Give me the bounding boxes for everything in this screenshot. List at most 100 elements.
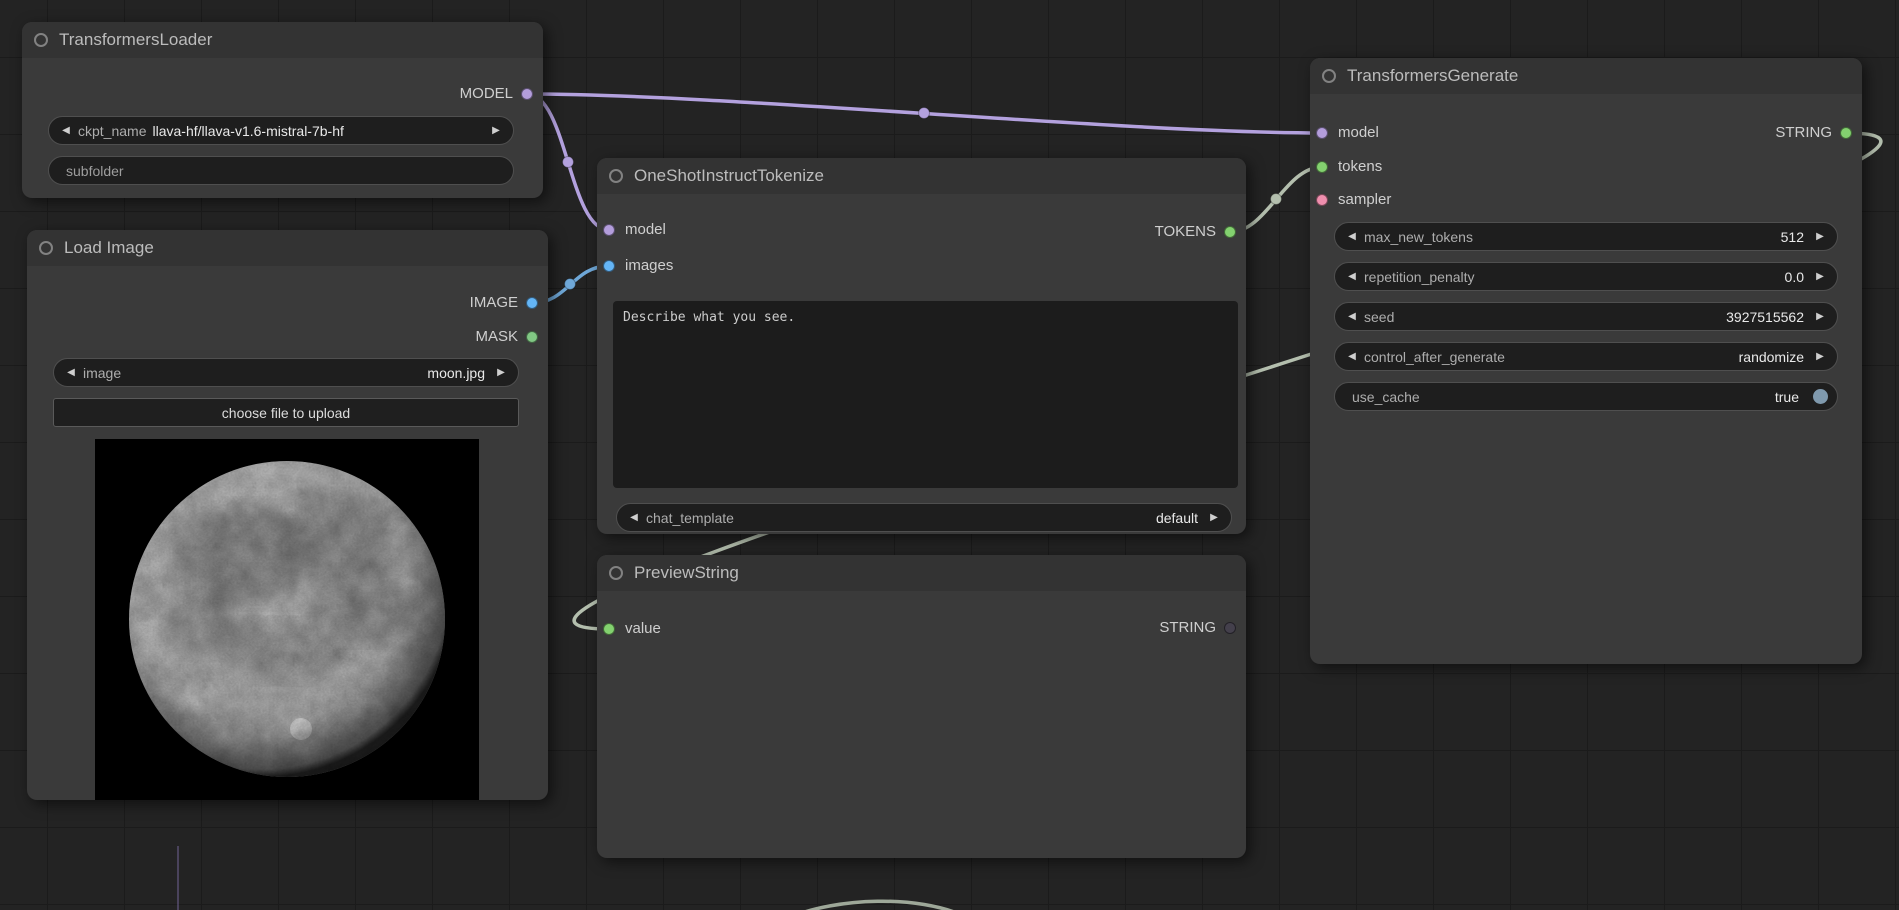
- combo-left-arrow-icon[interactable]: ◀: [1344, 231, 1360, 242]
- combo-right-arrow-icon[interactable]: ▶: [493, 367, 509, 378]
- slot-label: model: [625, 221, 666, 238]
- input-slot-model[interactable]: model: [597, 218, 666, 242]
- widget-value[interactable]: llava-hf/llava-v1.6-mistral-7b-hf: [152, 123, 488, 139]
- widget-subfolder[interactable]: subfolder: [48, 156, 514, 185]
- output-slot-string[interactable]: STRING: [1159, 616, 1246, 640]
- widget-value[interactable]: randomize: [1509, 349, 1804, 365]
- node-load-image[interactable]: Load Image IMAGE MASK ◀ image moon.jpg ▶…: [27, 230, 548, 800]
- toggle-on-icon[interactable]: [1813, 389, 1828, 404]
- widget-label: use_cache: [1352, 389, 1420, 405]
- string-port-icon[interactable]: [1840, 127, 1852, 139]
- slot-label: model: [1338, 124, 1379, 141]
- input-slot-tokens[interactable]: tokens: [1310, 155, 1382, 179]
- tokens-port-icon[interactable]: [1224, 226, 1236, 238]
- output-slot-image[interactable]: IMAGE: [470, 291, 548, 315]
- input-slot-sampler[interactable]: sampler: [1310, 188, 1391, 212]
- output-slot-string[interactable]: STRING: [1775, 121, 1862, 145]
- widget-use-cache[interactable]: use_cache true: [1334, 382, 1838, 411]
- slot-label: tokens: [1338, 158, 1382, 175]
- widget-chat-template[interactable]: ◀ chat_template default ▶: [616, 503, 1232, 532]
- widget-ckpt-name[interactable]: ◀ ckpt_name llava-hf/llava-v1.6-mistral-…: [48, 116, 514, 145]
- model-port-icon[interactable]: [521, 88, 533, 100]
- widget-repetition-penalty[interactable]: ◀ repetition_penalty 0.0 ▶: [1334, 262, 1838, 291]
- combo-left-arrow-icon[interactable]: ◀: [1344, 351, 1360, 362]
- output-slot-model[interactable]: MODEL: [460, 82, 543, 106]
- mask-port-icon[interactable]: [526, 331, 538, 343]
- combo-left-arrow-icon[interactable]: ◀: [1344, 271, 1360, 282]
- node-title-bar[interactable]: OneShotInstructTokenize: [597, 158, 1246, 194]
- input-slot-images[interactable]: images: [597, 254, 673, 278]
- widget-value[interactable]: 512: [1477, 229, 1804, 245]
- input-slot-model[interactable]: model: [1310, 121, 1379, 145]
- widget-value: true: [1424, 389, 1799, 405]
- slot-label: sampler: [1338, 191, 1391, 208]
- widget-value[interactable]: moon.jpg: [125, 365, 485, 381]
- node-title-bar[interactable]: Load Image: [27, 230, 548, 266]
- output-slot-tokens[interactable]: TOKENS: [1155, 220, 1246, 244]
- slot-label: MODEL: [460, 85, 513, 102]
- combo-right-arrow-icon[interactable]: ▶: [1812, 271, 1828, 282]
- slot-label: value: [625, 620, 661, 637]
- collapse-dot-icon[interactable]: [39, 241, 53, 255]
- slot-label: MASK: [475, 328, 518, 345]
- output-slot-mask[interactable]: MASK: [475, 325, 548, 349]
- node-oneshot-instruct-tokenize[interactable]: OneShotInstructTokenize model images TOK…: [597, 158, 1246, 534]
- node-transformers-loader[interactable]: TransformersLoader MODEL ◀ ckpt_name lla…: [22, 22, 543, 198]
- node-graph-canvas[interactable]: { "colors": { "model_port": "#b39ddb", "…: [0, 0, 1899, 910]
- widget-image-file[interactable]: ◀ image moon.jpg ▶: [53, 358, 519, 387]
- string-port-icon[interactable]: [1224, 622, 1236, 634]
- widget-seed[interactable]: ◀ seed 3927515562 ▶: [1334, 302, 1838, 331]
- wire-offscreen-bottom: [788, 901, 964, 910]
- combo-right-arrow-icon[interactable]: ▶: [1206, 512, 1222, 523]
- combo-left-arrow-icon[interactable]: ◀: [626, 512, 642, 523]
- collapse-dot-icon[interactable]: [609, 169, 623, 183]
- widget-label: ckpt_name: [78, 123, 146, 139]
- widget-label: control_after_generate: [1364, 349, 1505, 365]
- widget-value[interactable]: 3927515562: [1398, 309, 1804, 325]
- combo-right-arrow-icon[interactable]: ▶: [1812, 311, 1828, 322]
- combo-right-arrow-icon[interactable]: ▶: [1812, 351, 1828, 362]
- combo-left-arrow-icon[interactable]: ◀: [1344, 311, 1360, 322]
- wire-midpoint-dot: [919, 108, 930, 119]
- model-port-icon[interactable]: [1316, 127, 1328, 139]
- slot-label: TOKENS: [1155, 223, 1216, 240]
- combo-right-arrow-icon[interactable]: ▶: [488, 125, 504, 136]
- collapse-dot-icon[interactable]: [34, 33, 48, 47]
- tokens-port-icon[interactable]: [1316, 161, 1328, 173]
- choose-file-button[interactable]: choose file to upload: [53, 398, 519, 427]
- widget-value[interactable]: default: [738, 510, 1198, 526]
- widget-label: subfolder: [66, 163, 124, 179]
- sampler-port-icon[interactable]: [1316, 194, 1328, 206]
- collapse-dot-icon[interactable]: [609, 566, 623, 580]
- widget-label: max_new_tokens: [1364, 229, 1473, 245]
- node-title-bar[interactable]: PreviewString: [597, 555, 1246, 591]
- combo-left-arrow-icon[interactable]: ◀: [63, 367, 79, 378]
- model-port-icon[interactable]: [603, 224, 615, 236]
- node-title: OneShotInstructTokenize: [634, 166, 824, 186]
- node-title: TransformersLoader: [59, 30, 212, 50]
- wire-midpoint-dot: [1271, 194, 1282, 205]
- node-title-bar[interactable]: TransformersGenerate: [1310, 58, 1862, 94]
- node-title: TransformersGenerate: [1347, 66, 1518, 86]
- value-port-icon[interactable]: [603, 623, 615, 635]
- node-transformers-generate[interactable]: TransformersGenerate model tokens sample…: [1310, 58, 1862, 664]
- prompt-textarea[interactable]: Describe what you see.: [613, 301, 1238, 488]
- slot-label: STRING: [1159, 619, 1216, 636]
- widget-label: chat_template: [646, 510, 734, 526]
- image-port-icon[interactable]: [603, 260, 615, 272]
- node-title-bar[interactable]: TransformersLoader: [22, 22, 543, 58]
- widget-value[interactable]: 0.0: [1479, 269, 1804, 285]
- image-port-icon[interactable]: [526, 297, 538, 309]
- combo-right-arrow-icon[interactable]: ▶: [1812, 231, 1828, 242]
- slot-label: IMAGE: [470, 294, 518, 311]
- moon-preview-image: [95, 439, 479, 800]
- button-label: choose file to upload: [222, 405, 350, 421]
- combo-left-arrow-icon[interactable]: ◀: [58, 125, 74, 136]
- collapse-dot-icon[interactable]: [1322, 69, 1336, 83]
- node-preview-string[interactable]: PreviewString value STRING: [597, 555, 1246, 858]
- widget-control-after-generate[interactable]: ◀ control_after_generate randomize ▶: [1334, 342, 1838, 371]
- input-slot-value[interactable]: value: [597, 617, 661, 641]
- widget-label: repetition_penalty: [1364, 269, 1475, 285]
- widget-max-new-tokens[interactable]: ◀ max_new_tokens 512 ▶: [1334, 222, 1838, 251]
- slot-label: images: [625, 257, 673, 274]
